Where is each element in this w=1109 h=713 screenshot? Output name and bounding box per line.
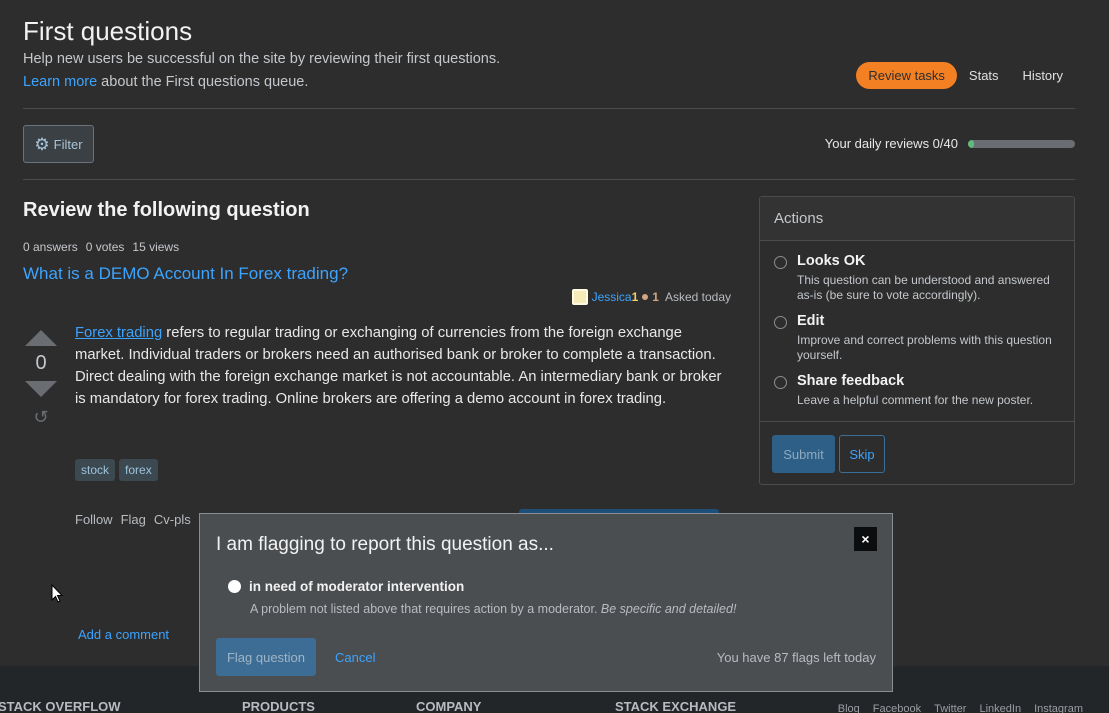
- skip-button[interactable]: Skip: [839, 435, 885, 473]
- share-feedback-label: Share feedback: [797, 373, 905, 389]
- mouse-cursor-icon: [51, 584, 64, 603]
- downvote-arrow-icon[interactable]: [25, 381, 57, 397]
- learn-more-line: Learn more about the First questions que…: [23, 74, 308, 90]
- footer-link-facebook[interactable]: Facebook: [873, 703, 921, 713]
- question-body: Forex trading refers to regular trading …: [75, 322, 735, 410]
- views-count: 15 views: [132, 240, 180, 254]
- footer-col-company[interactable]: COMPANY: [416, 699, 481, 713]
- edit-label: Edit: [797, 313, 825, 329]
- actions-header: Actions: [760, 197, 1074, 241]
- moderator-intervention-description: A problem not listed above that requires…: [250, 602, 736, 616]
- action-option-looks-ok[interactable]: Looks OK This question can be understood…: [760, 253, 1074, 303]
- asked-time: Asked today: [664, 290, 731, 304]
- filter-button[interactable]: ⚙ Filter: [23, 125, 94, 163]
- question-owner: Jessica 1 1 Asked today: [571, 289, 731, 305]
- daily-reviews-label: Your daily reviews 0/40: [824, 136, 958, 151]
- tab-stats[interactable]: Stats: [957, 62, 1011, 89]
- cv-pls-link[interactable]: Cv-pls: [154, 512, 191, 527]
- submit-button[interactable]: Submit: [772, 435, 835, 473]
- follow-link[interactable]: Follow: [75, 512, 113, 527]
- flag-option-moderator[interactable]: in need of moderator intervention: [228, 579, 464, 594]
- upvote-arrow-icon[interactable]: [25, 330, 57, 346]
- tag-forex[interactable]: forex: [119, 459, 158, 481]
- daily-reviews-progress-fill: [968, 139, 974, 148]
- looks-ok-label: Looks OK: [797, 253, 866, 269]
- filter-label: Filter: [53, 136, 83, 152]
- daily-reviews: Your daily reviews 0/40: [825, 136, 1075, 151]
- tab-history[interactable]: History: [1011, 62, 1075, 89]
- flag-dialog-title: I am flagging to report this question as…: [216, 534, 554, 555]
- flags-remaining: You have 87 flags left today: [716, 650, 876, 665]
- actions-footer: Submit Skip: [760, 421, 1074, 484]
- footer-link-instagram[interactable]: Instagram: [1034, 703, 1083, 713]
- footer-link-twitter[interactable]: Twitter: [934, 703, 966, 713]
- edit-description: Improve and correct problems with this q…: [797, 333, 1052, 362]
- cancel-button[interactable]: Cancel: [335, 650, 375, 665]
- owner-reputation: 1: [631, 290, 639, 304]
- footer-social-links: Blog Facebook Twitter LinkedIn Instagram: [838, 703, 1083, 713]
- history-icon[interactable]: ↺: [33, 407, 48, 428]
- learn-more-link[interactable]: Learn more: [23, 74, 97, 90]
- review-tabs: Review tasks Stats History: [856, 62, 1075, 89]
- question-title-link[interactable]: What is a DEMO Account In Forex trading?: [23, 264, 348, 284]
- bronze-badge-icon: [642, 294, 649, 300]
- body-link[interactable]: Forex trading: [75, 325, 162, 341]
- footer-link-blog[interactable]: Blog: [838, 703, 860, 713]
- edit-radio[interactable]: [774, 316, 787, 329]
- flag-dialog: I am flagging to report this question as…: [199, 513, 893, 692]
- footer-col-products[interactable]: PRODUCTS: [242, 699, 315, 713]
- footer-col-stack-overflow[interactable]: STACK OVERFLOW: [0, 699, 121, 713]
- body-text: refers to regular trading or exchanging …: [75, 325, 722, 407]
- page-title: First questions: [23, 16, 193, 46]
- share-feedback-radio[interactable]: [774, 376, 787, 389]
- gear-icon: ⚙: [34, 134, 50, 154]
- description-text: A problem not listed above that requires…: [250, 602, 601, 616]
- daily-reviews-progress-bar: [968, 139, 1075, 148]
- page-subtitle: Help new users be successful on the site…: [23, 51, 501, 67]
- toolbar-divider: [23, 179, 1075, 180]
- bronze-badge-count: 1: [652, 290, 659, 304]
- tag-list: stock forex: [75, 459, 158, 481]
- learn-more-suffix: about the First questions queue.: [97, 74, 309, 90]
- action-option-share-feedback[interactable]: Share feedback Leave a helpful comment f…: [760, 373, 1074, 408]
- footer-link-linkedin[interactable]: LinkedIn: [979, 703, 1021, 713]
- tag-stock[interactable]: stock: [75, 459, 116, 481]
- avatar[interactable]: [571, 289, 588, 305]
- header-divider: [23, 108, 1075, 109]
- owner-name-link[interactable]: Jessica: [592, 290, 632, 304]
- action-option-edit[interactable]: Edit Improve and correct problems with t…: [760, 313, 1074, 363]
- close-icon[interactable]: ×: [854, 527, 877, 551]
- flag-question-button[interactable]: Flag question: [216, 638, 316, 676]
- post-menu: Follow Flag Cv-pls: [75, 512, 191, 527]
- share-feedback-description: Leave a helpful comment for the new post…: [797, 393, 1034, 407]
- description-emphasis: Be specific and detailed!: [600, 602, 737, 616]
- looks-ok-description: This question can be understood and answ…: [797, 273, 1050, 302]
- moderator-intervention-radio[interactable]: [228, 580, 241, 593]
- vote-cell: 0 ↺: [23, 330, 59, 428]
- question-stats: 0 answers 0 votes 15 views: [23, 240, 179, 254]
- footer-col-stack-exchange[interactable]: STACK EXCHANGE: [615, 699, 736, 713]
- vote-count: 0: [35, 352, 47, 374]
- tab-review-tasks[interactable]: Review tasks: [856, 62, 957, 89]
- moderator-intervention-label: in need of moderator intervention: [249, 579, 465, 594]
- review-heading: Review the following question: [23, 199, 310, 221]
- answers-count: 0 answers: [23, 240, 78, 254]
- add-comment-link[interactable]: Add a comment: [78, 627, 169, 642]
- votes-count: 0 votes: [85, 240, 125, 254]
- flag-link[interactable]: Flag: [121, 512, 146, 527]
- looks-ok-radio[interactable]: [774, 256, 787, 269]
- actions-panel: Actions Looks OK This question can be un…: [759, 196, 1075, 485]
